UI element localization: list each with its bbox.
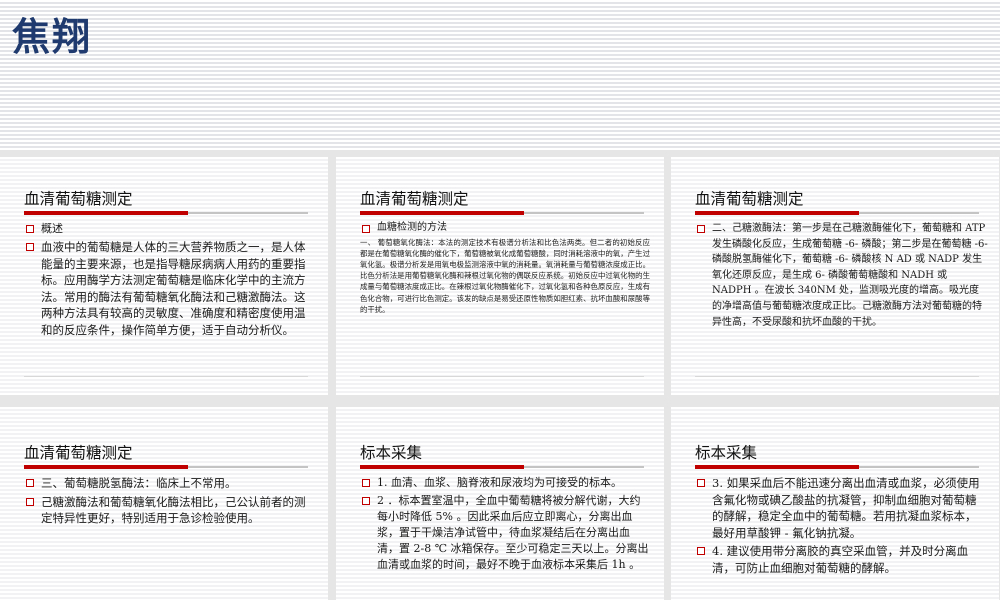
- slide-title: 标本采集: [360, 444, 423, 462]
- square-bullet-icon: [362, 225, 370, 233]
- bullet-text: 血液中的葡萄糖是人体的三大营养物质之一，是人体能量的主要来源，也是指导糖尿病病人…: [41, 240, 306, 337]
- bullet-text: 1. 血清、血浆、脑脊液和尿液均为可接受的标本。: [377, 476, 622, 489]
- slide-title: 血清葡萄糖测定: [24, 444, 133, 462]
- slide-thumbnail-4[interactable]: 血清葡萄糖测定 三、葡萄糖脱氢酶法：临床上不常用。 己糖激酶法和葡萄糖氧化酶法相…: [0, 407, 328, 600]
- bullet-text: 己糖激酶法和葡萄糖氧化酶法相比，己公认前者的测定特异性更好，特别适用于急诊检验使…: [41, 494, 306, 526]
- square-bullet-icon: [697, 225, 705, 233]
- square-bullet-icon: [26, 243, 34, 251]
- title-rule: [360, 465, 644, 469]
- square-bullet-icon: [697, 547, 705, 555]
- bullet-item: 2 ．标本置室温中，全血中葡萄糖将被分解代谢，大约每小时降低 5% 。因此采血后…: [360, 493, 650, 573]
- slide-body: 二、己糖激酶法：第一步是在己糖激酶催化下，葡萄糖和 ATP 发生磷酸化反应，生成…: [695, 221, 989, 332]
- method-paragraph: 一、 葡萄糖氧化酶法：本法的测定技术有极谱分析法和比色法两类。但二者的初始反应都…: [360, 237, 650, 314]
- bullet-text: 4. 建议使用带分离胶的真空采血管，并及时分离血清，可防止血细胞对葡萄糖的酵解。: [712, 544, 969, 575]
- bullet-text: 三、葡萄糖脱氢酶法：临床上不常用。: [41, 476, 237, 490]
- slide-body: 三、葡萄糖脱氢酶法：临床上不常用。 己糖激酶法和葡萄糖氧化酶法相比，己公认前者的…: [24, 475, 314, 529]
- footer-rule: [695, 376, 979, 377]
- bullet-text: 二、己糖激酶法：第一步是在己糖激酶催化下，葡萄糖和 ATP 发生磷酸化反应，生成…: [712, 223, 988, 328]
- bullet-item: 三、葡萄糖脱氢酶法：临床上不常用。: [24, 475, 314, 492]
- slide-body: 血糖检测的方法 一、 葡萄糖氧化酶法：本法的测定技术有极谱分析法和比色法两类。但…: [360, 221, 650, 315]
- bullet-item: 1. 血清、血浆、脑脊液和尿液均为可接受的标本。: [360, 475, 650, 491]
- slide-thumbnail-3[interactable]: 血清葡萄糖测定 二、己糖激酶法：第一步是在己糖激酶催化下，葡萄糖和 ATP 发生…: [671, 157, 999, 395]
- page-title: 焦翔: [12, 15, 93, 59]
- bullet-item: 4. 建议使用带分离胶的真空采血管，并及时分离血清，可防止血细胞对葡萄糖的酵解。: [695, 543, 985, 576]
- bullet-item: 二、己糖激酶法：第一步是在己糖激酶催化下，葡萄糖和 ATP 发生磷酸化反应，生成…: [695, 221, 989, 330]
- bullet-item: 3. 如果采血后不能迅速分离出血清或血浆，必须使用含氟化物或碘乙酸盐的抗凝管，抑…: [695, 475, 985, 541]
- bullet-text: 3. 如果采血后不能迅速分离出血清或血浆，必须使用含氟化物或碘乙酸盐的抗凝管，抑…: [712, 476, 980, 540]
- title-rule: [24, 465, 308, 469]
- header-banner: 焦翔: [0, 0, 1000, 150]
- footer-rule: [360, 376, 644, 377]
- title-rule: [360, 211, 644, 215]
- bullet-text: 概述: [41, 222, 63, 235]
- slide-body: 概述 血液中的葡萄糖是人体的三大营养物质之一，是人体能量的主要来源，也是指导糖尿…: [24, 221, 314, 340]
- bullet-item: 血液中的葡萄糖是人体的三大营养物质之一，是人体能量的主要来源，也是指导糖尿病病人…: [24, 239, 314, 338]
- slide-body: 3. 如果采血后不能迅速分离出血清或血浆，必须使用含氟化物或碘乙酸盐的抗凝管，抑…: [695, 475, 985, 578]
- square-bullet-icon: [26, 225, 34, 233]
- slide-title: 血清葡萄糖测定: [24, 190, 133, 208]
- slide-title: 血清葡萄糖测定: [360, 190, 469, 208]
- square-bullet-icon: [697, 479, 705, 487]
- title-rule: [695, 211, 979, 215]
- slide-body: 1. 血清、血浆、脑脊液和尿液均为可接受的标本。 2 ．标本置室温中，全血中葡萄…: [360, 475, 650, 575]
- bullet-item: 己糖激酶法和葡萄糖氧化酶法相比，己公认前者的测定特异性更好，特别适用于急诊检验使…: [24, 494, 314, 527]
- square-bullet-icon: [26, 479, 34, 487]
- bullet-item: 概述: [24, 221, 314, 237]
- bullet-text: 血糖检测的方法: [377, 222, 447, 233]
- slide-thumbnail-5[interactable]: 标本采集 1. 血清、血浆、脑脊液和尿液均为可接受的标本。 2 ．标本置室温中，…: [336, 407, 664, 600]
- slide-thumbnail-6[interactable]: 标本采集 3. 如果采血后不能迅速分离出血清或血浆，必须使用含氟化物或碘乙酸盐的…: [671, 407, 999, 600]
- slide-thumbnail-1[interactable]: 血清葡萄糖测定 概述 血液中的葡萄糖是人体的三大营养物质之一，是人体能量的主要来…: [0, 157, 328, 395]
- square-bullet-icon: [362, 497, 370, 505]
- title-rule: [24, 211, 308, 215]
- bullet-item: 血糖检测的方法: [360, 221, 650, 235]
- slide-thumbnail-2[interactable]: 血清葡萄糖测定 血糖检测的方法 一、 葡萄糖氧化酶法：本法的测定技术有极谱分析法…: [336, 157, 664, 395]
- bullet-text: 2 ．标本置室温中，全血中葡萄糖将被分解代谢，大约每小时降低 5% 。因此采血后…: [377, 494, 649, 571]
- square-bullet-icon: [26, 497, 34, 506]
- square-bullet-icon: [362, 479, 370, 487]
- footer-rule: [24, 376, 308, 377]
- slide-title: 标本采集: [695, 444, 758, 462]
- slide-title: 血清葡萄糖测定: [695, 190, 804, 208]
- title-rule: [695, 465, 979, 469]
